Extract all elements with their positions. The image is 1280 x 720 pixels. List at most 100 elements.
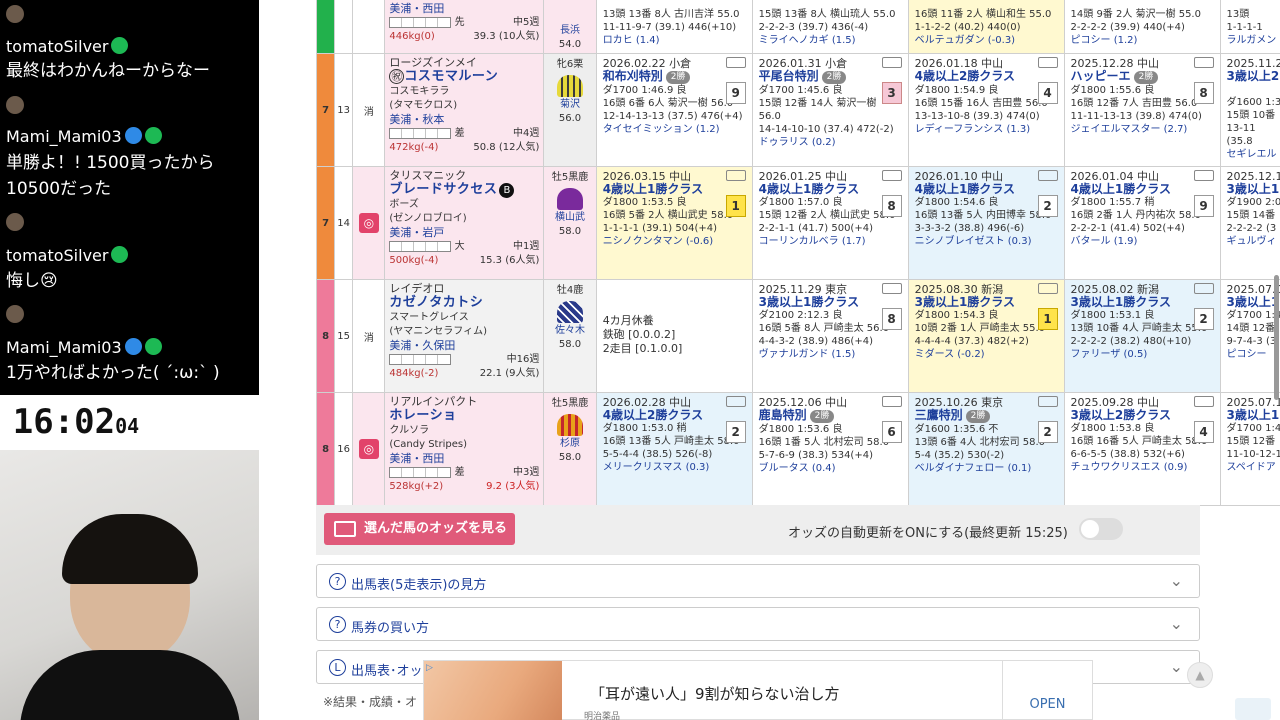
video-icon[interactable] [881,283,902,294]
auto-update-toggle[interactable] [1079,518,1123,540]
jockey-cell: 牡4鹿 佐々木 58.0 [543,279,597,393]
rest-info-cell: 4カ月休養 鉄砲 [0.0.0.2] 2走目 [0.1.0.0] [595,279,753,393]
ad-headline[interactable]: 「耳が遠い人」9割が知らない治し方 [590,683,840,704]
past-race-cell[interactable]: 2026.03.15 中山 4歳以上1勝クラス 1 ダ1800 1:53.5 良 16頭… [595,166,753,280]
stream-clock: 16:0204 [3,399,149,445]
past-race-cell[interactable]: 2025.07.123歳以上1ダ1700 1:415頭 12番11-10-12-… [1219,392,1280,506]
jockey-cell: 牝6栗 菊沢 56.0 [543,53,597,167]
help-icon: ? [329,573,346,590]
chat-message: 単勝よ！! 1500買ったから10500だった [6,153,215,199]
jockey-silks-icon [557,75,584,97]
accordion-how-to-buy[interactable]: ? 馬券の買い方 ⌄ [316,607,1200,641]
past-race-cell[interactable]: 2025.07.053歳以上1ダ1700 1:414頭 12番9-7-4-3 (… [1219,279,1280,393]
past-race-cell[interactable]: 2026.02.28 中山 4歳以上2勝クラス 2 ダ1800 1:53.0 稍 16頭… [595,392,753,506]
horse-name-link[interactable]: カゼノタカトシ [389,295,483,310]
avatar [6,213,24,231]
past-race-cell[interactable]: 2025.08.30 新潟 3歳以上1勝クラス 1 ダ1800 1:54.3 良 10頭… [907,279,1065,393]
prediction-mark[interactable]: ◎ [352,392,386,506]
past-race-cell[interactable]: 2025.11.233歳以上2ダ1600 1:315頭 10番13-11 (35… [1219,53,1280,167]
video-icon[interactable] [725,57,746,68]
video-icon[interactable] [881,170,902,181]
video-icon[interactable] [1193,57,1214,68]
corner-logo-icon[interactable] [1235,698,1271,720]
horse-cell: ロージズインメイ ㊗コスモマルーン コスモキララ (タマモクロス) 美浦・秋本 … [384,53,545,167]
past-race-cell[interactable]: 2026.01.18 中山 4歳以上2勝クラス 4 ダ1800 1:54.9 良 16頭… [907,53,1065,167]
video-icon[interactable] [725,170,746,181]
past-race-cell[interactable]: 2025.12.28 中山 ハッピーエ 2勝 8 ダ1800 1:55.6 良 16頭 1… [1063,53,1221,167]
prediction-mark[interactable]: 消 [352,53,386,167]
past-race-cell[interactable]: 2025.08.02 新潟 3歳以上1勝クラス 2 ダ1800 1:53.1 良 13頭… [1063,279,1221,393]
webcam-feed [0,450,259,720]
video-icon[interactable] [1037,170,1058,181]
video-icon[interactable] [1193,283,1214,294]
chat-user: Mami_Mami03 [6,338,162,357]
prediction-mark[interactable]: 消 [352,279,386,393]
past-race-cell[interactable]: 2026.02.22 小倉 和布刈特別 2勝 9 ダ1700 1:46.9 良 16頭 6… [595,53,753,167]
table-icon [334,521,356,537]
past-race-cell[interactable]: 2026.01.25 中山 4歳以上1勝クラス 8 ダ1800 1:57.0 良 15頭… [751,166,909,280]
accordion-how-to-read[interactable]: ? 出馬表(5走表示)の見方 ⌄ [316,564,1200,598]
position-meter [389,16,452,28]
help-icon: ? [329,616,346,633]
past-race-cell[interactable]: 16頭 11番 2人 横山和生 55.0 1-1-2-2 (40.2) 440(0… [907,0,1065,54]
jockey-silks-icon [557,414,584,436]
frame-number: 8 [315,392,336,506]
table-row: 8 15 消 レイデオロ カゼノタカトシ スマートグレイス (ヤマニンセラフィム… [315,279,1280,393]
prediction-mark[interactable]: ◎ [352,166,386,280]
ad-open-button[interactable]: OPEN [1002,661,1092,720]
member-badge-icon [111,246,129,263]
jockey-silks-icon [557,301,584,323]
chevron-down-icon: ⌄ [1169,657,1183,676]
position-meter [389,466,452,478]
ad-image[interactable] [424,661,562,720]
odds-bar: 選んだ馬のオッズを見る オッズの自動更新をONにする(最終更新 15:25) [316,505,1200,555]
chat-user: tomatoSilver [6,246,129,265]
horse-number: 16 [334,392,354,506]
past-race-cell[interactable]: 15頭 13番 8人 横山琉人 55.0 2-2-2-3 (39.7) 436(-… [751,0,909,54]
past-race-cell[interactable]: 14頭 9番 2人 菊沢一樹 55.0 2-2-2-2 (39.9) 440(+4… [1063,0,1221,54]
frame-number: 8 [315,279,336,393]
past-race-cell[interactable]: 2025.11.29 東京 3歳以上1勝クラス 8 ダ2100 2:12.3 良 16頭… [751,279,909,393]
streamer-shirt [20,650,240,720]
member-badge-icon [111,37,129,54]
video-icon[interactable] [1193,170,1214,181]
past-race-cell[interactable]: 2025.10.26 東京 三鷹特別 2勝 2 ダ1600 1:35.6 不 13頭 6番… [907,392,1065,506]
avatar [6,96,24,114]
race-entry-table: 美浦・西田 先 中5週 446kg(0) 39.3 (10人気) 長浜 54.0 1… [315,0,1280,506]
ad-banner[interactable]: ▷ 「耳が遠い人」9割が知らない治し方 明治薬品 OPEN [423,660,1093,720]
streamer-hair [62,514,198,584]
past-race-cell[interactable]: 13頭 13番 8人 古川吉洋 55.0 11-11-9-7 (39.1) 446… [595,0,753,54]
chat-user: Mami_Mami03 [6,127,162,146]
video-icon[interactable] [725,396,746,407]
past-race-cell[interactable]: 2026.01.04 中山 4歳以上1勝クラス 9 ダ1800 1:55.7 稍 16頭… [1063,166,1221,280]
video-icon[interactable] [881,57,902,68]
past-race-cell[interactable]: 2026.01.31 小倉 平尾台特別 2勝 3 ダ1700 1:45.6 良 15頭 1… [751,53,909,167]
video-icon[interactable] [1037,57,1058,68]
position-meter [389,240,452,252]
horse-number: 15 [334,279,354,393]
video-icon[interactable] [1193,396,1214,407]
horse-name-link[interactable]: ブレードサクセス [389,182,497,197]
frame-number: 7 [315,53,336,167]
clock-icon: L [329,659,346,676]
past-race-cell[interactable]: 13頭 1-1-1-1 ラルガメン [1219,0,1280,54]
past-race-cell[interactable]: 2025.09.28 中山 3歳以上2勝クラス 4 ダ1800 1:53.8 良 16頭… [1063,392,1221,506]
view-selected-odds-button[interactable]: 選んだ馬のオッズを見る [324,513,515,545]
scrollbar[interactable] [1274,275,1279,400]
video-icon[interactable] [1037,396,1058,407]
ad-choices-icon[interactable]: ▷ [426,663,433,673]
past-race-cell[interactable]: 2025.12.133歳以上1ダ1900 2:015頭 14番2-2-2-2 (… [1219,166,1280,280]
footnote: ※結果・成績・オ [323,695,418,709]
table-row: 7 13 消 ロージズインメイ ㊗コスモマルーン コスモキララ (タマモクロス)… [315,53,1280,167]
race-card-page: 美浦・西田 先 中5週 446kg(0) 39.3 (10人気) 長浜 54.0 1… [259,0,1280,720]
video-icon[interactable] [1037,283,1058,294]
scroll-top-icon[interactable]: ▲ [1187,662,1213,688]
past-race-cell[interactable]: 2025.12.06 中山 鹿島特別 2勝 6 ダ1800 1:53.6 良 16頭 1番… [751,392,909,506]
video-icon[interactable] [881,396,902,407]
chat-panel: tomatoSilver 最終はわかんねーからなー Mami_Mami03 単勝… [0,0,259,395]
chat-message: 最終はわかんねーからなー [6,61,210,81]
horse-name-link[interactable]: コスモマルーン [404,69,498,84]
horse-name-link[interactable]: ホレーショ [389,408,456,423]
verified-badge-icon [124,338,142,355]
past-race-cell[interactable]: 2026.01.10 中山 4歳以上1勝クラス 2 ダ1800 1:54.6 良 16頭… [907,166,1065,280]
